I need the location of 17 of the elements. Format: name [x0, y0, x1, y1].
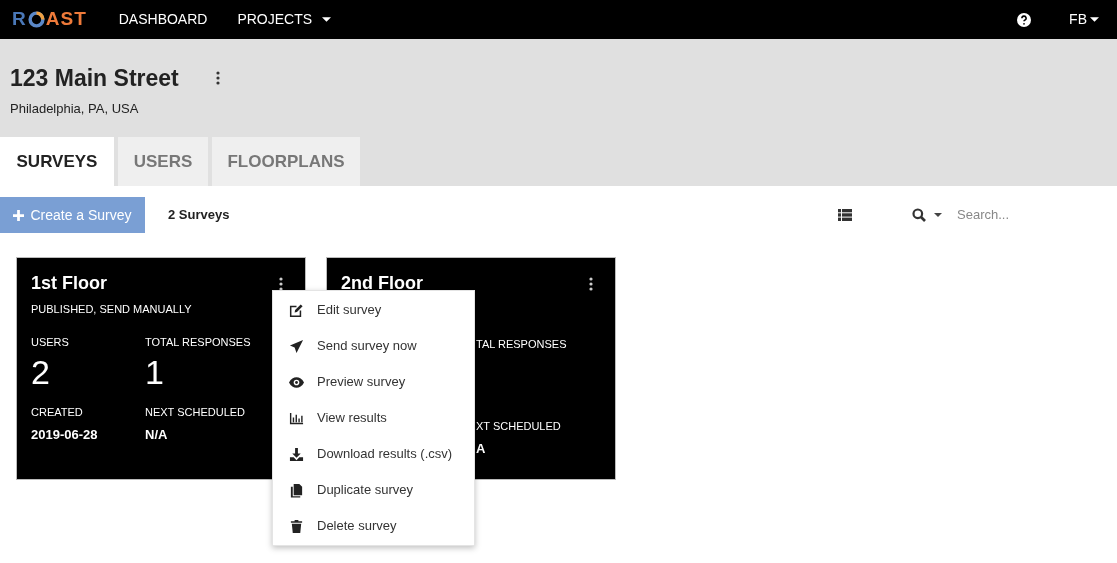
card-status: PUBLISHED, SEND MANUALLY: [31, 302, 192, 317]
page-subtitle: Philadelphia, PA, USA: [10, 99, 140, 118]
stat-value: 2: [31, 352, 51, 392]
stat-value: A: [476, 439, 487, 458]
card-title: 2nd Floor: [341, 272, 423, 295]
stat-value: N/A: [145, 425, 169, 444]
stat-value: 1: [145, 352, 165, 392]
survey-count: 2 Surveys: [168, 206, 230, 225]
stat-label: TAL RESPONSES: [476, 337, 567, 352]
stat-value: 2019-06-28: [31, 425, 99, 444]
stat-label: USERS: [31, 334, 70, 350]
stat-label: CREATED: [31, 405, 84, 420]
card-title: 1st Floor: [31, 272, 107, 295]
stat-label: XT SCHEDULED: [476, 419, 561, 434]
stat-label: NEXT SCHEDULED: [145, 405, 246, 420]
page-title: 123 Main Street: [10, 64, 179, 93]
stat-label: TOTAL RESPONSES: [145, 334, 251, 350]
